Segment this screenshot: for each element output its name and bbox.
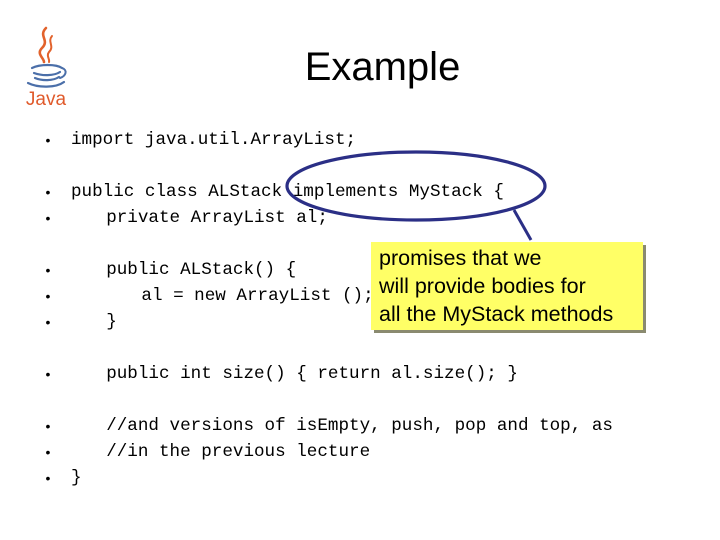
bullet-icon: •	[45, 444, 51, 460]
code-text: private ArrayList al;	[106, 208, 328, 228]
code-text: public ALStack() {	[106, 260, 297, 280]
callout-line: all the MyStack methods	[379, 302, 614, 326]
slide-title: Example	[304, 45, 461, 89]
callout-line: will provide bodies for	[379, 274, 586, 298]
code-text: import java.util.ArrayList;	[71, 130, 357, 150]
bullet-icon: •	[45, 132, 51, 148]
code-text: public int size() { return al.size(); }	[106, 364, 518, 384]
code-text: //in the previous lecture	[106, 442, 371, 462]
code-text: }	[71, 468, 82, 488]
code-text: al = new ArrayList ();	[141, 286, 374, 306]
bullet-icon: •	[45, 288, 51, 304]
code-text: //and versions of isEmpty, push, pop and…	[106, 416, 613, 436]
bullet-icon: •	[45, 262, 51, 278]
bullet-icon: •	[45, 418, 51, 434]
bullet-icon: •	[45, 210, 51, 226]
code-text: public class ALStack implements MyStack …	[71, 182, 504, 202]
bullet-icon: •	[45, 470, 51, 486]
callout-line: promises that we	[379, 246, 542, 270]
callout-note: promises that we will provide bodies for…	[371, 242, 643, 330]
bullet-icon: •	[45, 314, 51, 330]
code-text: }	[106, 312, 117, 332]
callout-connector-line	[512, 209, 533, 241]
bullet-icon: •	[45, 184, 51, 200]
bullet-icon: •	[45, 366, 51, 382]
